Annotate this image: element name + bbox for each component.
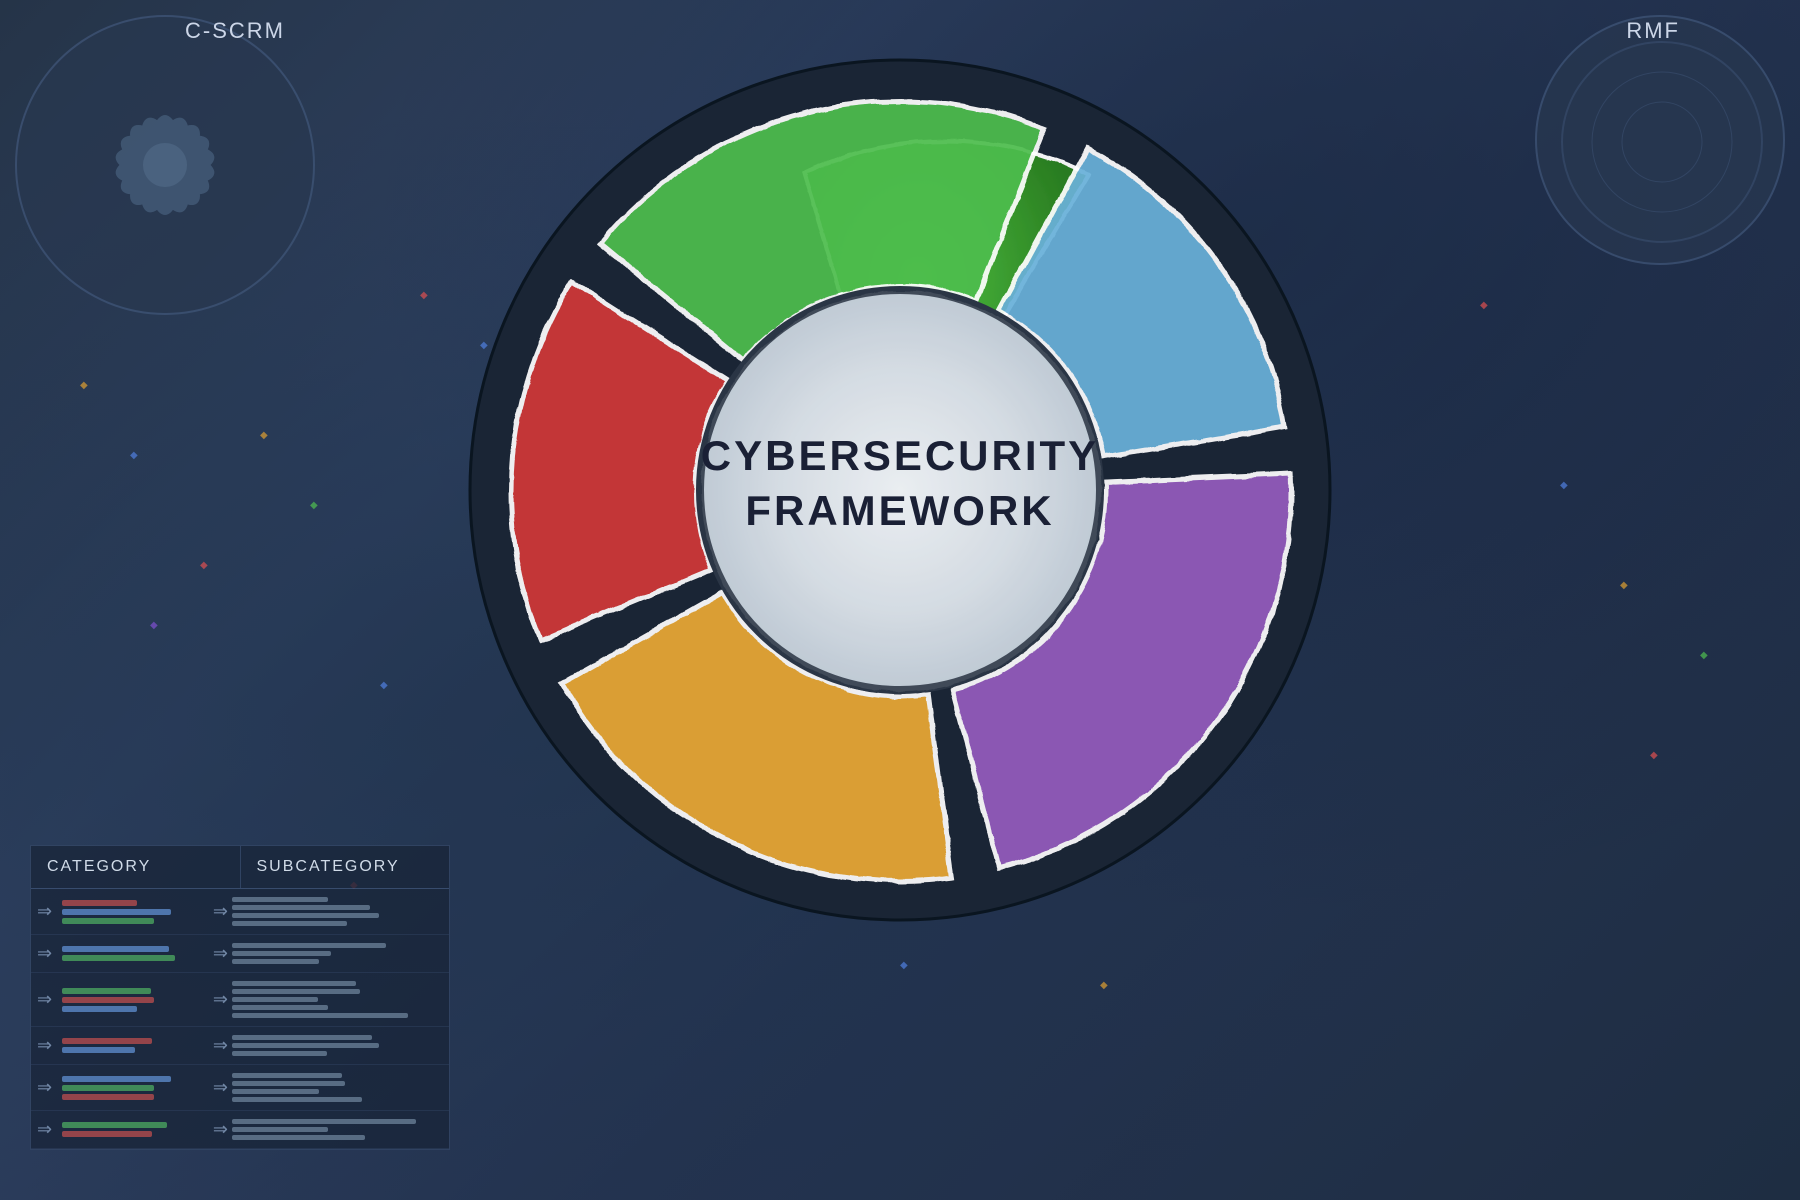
table-row: ⇒⇒ xyxy=(31,1027,449,1065)
row-subbar xyxy=(232,959,319,964)
framework-wheel-container: // This will be computed in the renderin… xyxy=(450,40,1350,940)
row-arrow-icon: ⇒ xyxy=(37,901,52,922)
row-bar xyxy=(62,1131,152,1137)
row-bar-group xyxy=(62,988,203,1012)
row-bar xyxy=(62,955,175,961)
row-bar-group xyxy=(62,1038,203,1053)
row-bar-group xyxy=(62,900,203,924)
scatter-dot: ◆ xyxy=(260,430,268,441)
row-subbar xyxy=(232,1035,372,1040)
row-bar xyxy=(62,1085,154,1091)
cscrm-label: C-SCRM xyxy=(185,18,285,44)
row-subbar xyxy=(232,943,386,948)
scatter-dot: ◆ xyxy=(1650,750,1658,761)
rmf-circle xyxy=(1535,15,1785,265)
row-bar xyxy=(62,1122,167,1128)
row-subbar xyxy=(232,905,370,910)
category-header: CATEGORY xyxy=(31,846,241,888)
row-bar xyxy=(62,1047,135,1053)
scatter-dot: ◆ xyxy=(900,960,908,971)
row-subbar xyxy=(232,1089,320,1094)
row-bar xyxy=(62,909,171,915)
table-row: ⇒⇒ xyxy=(31,973,449,1027)
row-subbar-group xyxy=(232,981,443,1018)
row-bar-group xyxy=(62,1122,203,1137)
row-subbar-group xyxy=(232,897,443,926)
scatter-dot: ◆ xyxy=(380,680,388,691)
framework-title-line2: FRAMEWORK xyxy=(745,487,1054,534)
scatter-dot: ◆ xyxy=(310,500,318,511)
row-subbar xyxy=(232,1081,345,1086)
scatter-dot: ◆ xyxy=(1480,300,1488,311)
row-subbar xyxy=(232,1097,362,1102)
scatter-dot: ◆ xyxy=(150,620,158,631)
row-subbar xyxy=(232,913,379,918)
row-bar xyxy=(62,1006,137,1012)
row-subbar xyxy=(232,1135,365,1140)
category-table: CATEGORY SUBCATEGORY ⇒⇒⇒⇒⇒⇒⇒⇒⇒⇒⇒⇒ xyxy=(30,845,450,1150)
cscrm-circle xyxy=(15,15,315,315)
table-rows: ⇒⇒⇒⇒⇒⇒⇒⇒⇒⇒⇒⇒ xyxy=(31,889,449,1149)
row-subbar xyxy=(232,989,361,994)
row-bar xyxy=(62,988,151,994)
row-arrow-icon: ⇒ xyxy=(37,989,52,1010)
scatter-dot: ◆ xyxy=(1620,580,1628,591)
scatter-dot: ◆ xyxy=(80,380,88,391)
row-subbar xyxy=(232,951,331,956)
row-bar xyxy=(62,900,137,906)
row-arrow-icon: ⇒ xyxy=(37,943,52,964)
table-row: ⇒⇒ xyxy=(31,1111,449,1149)
scatter-dot: ◆ xyxy=(420,290,428,301)
row-arrow-icon: ⇒ xyxy=(37,1077,52,1098)
framework-title-line1: CYBERSECURITY xyxy=(701,432,1099,479)
row-bar xyxy=(62,997,154,1003)
row-subbar xyxy=(232,981,356,986)
row-bar xyxy=(62,918,154,924)
table-row: ⇒⇒ xyxy=(31,1065,449,1111)
row-subbar xyxy=(232,1005,328,1010)
row-bar xyxy=(62,1076,171,1082)
row-bar xyxy=(62,1038,152,1044)
row-arrow-icon: ⇒ xyxy=(37,1119,52,1140)
row-subbar xyxy=(232,921,347,926)
table-header: CATEGORY SUBCATEGORY xyxy=(31,846,449,889)
scatter-dot: ◆ xyxy=(1560,480,1568,491)
row-bar xyxy=(62,1094,154,1100)
row-subbar-group xyxy=(232,1035,443,1056)
row-subbar-group xyxy=(232,1119,443,1140)
row-arrow-icon: ⇒ xyxy=(37,1035,52,1056)
row-subbar xyxy=(232,1073,342,1078)
row-bar-group xyxy=(62,1076,203,1100)
scatter-dot: ◆ xyxy=(1700,650,1708,661)
rmf-circle-icon xyxy=(1537,17,1787,267)
scatter-dot: ◆ xyxy=(130,450,138,461)
row-arrow2-icon: ⇒ xyxy=(213,943,228,964)
row-arrow2-icon: ⇒ xyxy=(213,1077,228,1098)
row-subbar-group xyxy=(232,1073,443,1102)
row-bar xyxy=(62,946,169,952)
row-bar-group xyxy=(62,946,203,961)
row-subbar xyxy=(232,1013,408,1018)
row-subbar xyxy=(232,1051,327,1056)
row-arrow2-icon: ⇒ xyxy=(213,1119,228,1140)
table-row: ⇒⇒ xyxy=(31,935,449,973)
row-subbar xyxy=(232,1127,328,1132)
row-arrow2-icon: ⇒ xyxy=(213,901,228,922)
table-row: ⇒⇒ xyxy=(31,889,449,935)
rmf-label: RMF xyxy=(1626,18,1680,44)
cscrm-flower-icon xyxy=(55,55,275,275)
framework-wheel-svg: // This will be computed in the renderin… xyxy=(450,40,1350,940)
row-subbar-group xyxy=(232,943,443,964)
scatter-dot: ◆ xyxy=(1100,980,1108,991)
row-arrow2-icon: ⇒ xyxy=(213,1035,228,1056)
scatter-dot: ◆ xyxy=(200,560,208,571)
row-subbar xyxy=(232,997,318,1002)
row-subbar xyxy=(232,897,328,902)
row-subbar xyxy=(232,1119,416,1124)
subcategory-header: SUBCATEGORY xyxy=(241,846,450,888)
row-subbar xyxy=(232,1043,380,1048)
row-arrow2-icon: ⇒ xyxy=(213,989,228,1010)
